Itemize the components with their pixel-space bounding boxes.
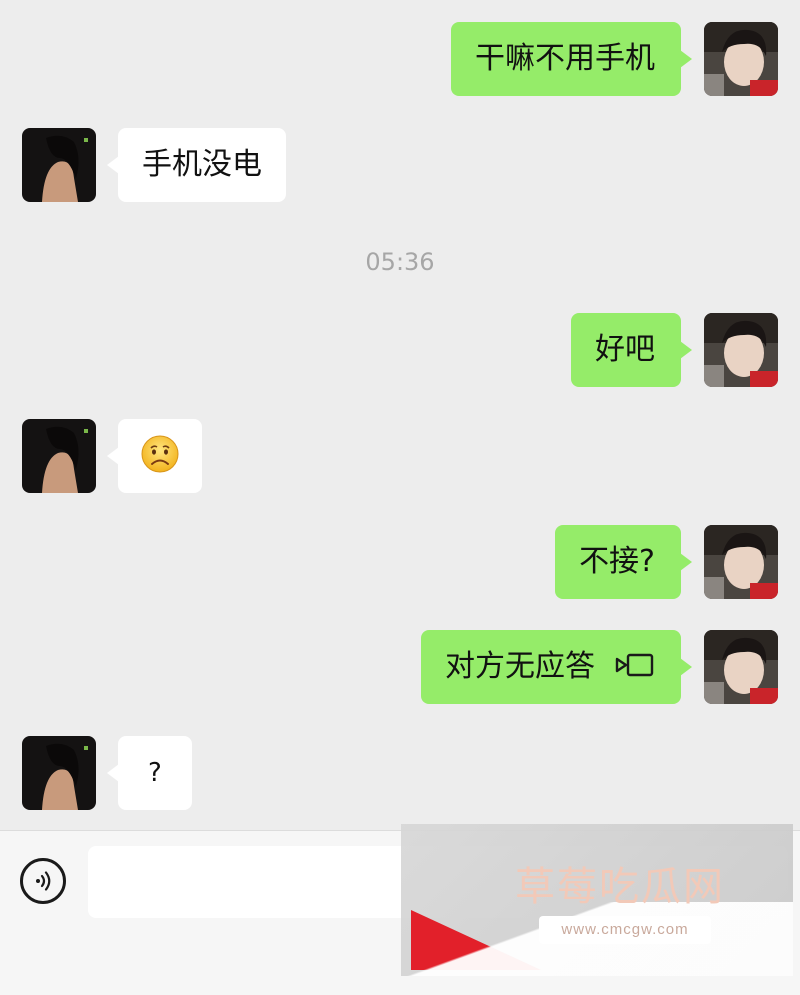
message-row-outgoing: 干嘛不用手机 (0, 22, 800, 96)
message-row-incoming (0, 419, 800, 493)
contact-avatar-image (22, 128, 96, 202)
my-avatar-image (704, 22, 778, 96)
my-avatar-image (704, 525, 778, 599)
call-status-text: 对方无应答 (445, 649, 595, 684)
message-bubble-incoming[interactable]: 手机没电 (107, 128, 286, 202)
call-record-bubble[interactable]: 对方无应答 (421, 630, 692, 704)
message-timestamp: 05:36 (365, 248, 435, 276)
message-row-outgoing: 对方无应答 (0, 630, 800, 704)
my-avatar[interactable] (704, 525, 778, 599)
voice-input-button[interactable] (20, 858, 66, 904)
my-avatar[interactable] (704, 630, 778, 704)
my-avatar[interactable] (704, 22, 778, 96)
site-watermark: 草莓吃瓜网 www.cmcgw.com (401, 824, 793, 976)
message-bubble-incoming[interactable]: ? (107, 736, 192, 810)
message-bubble-outgoing[interactable]: 不接? (555, 525, 692, 599)
video-call-icon (615, 653, 654, 676)
message-row-incoming: ? (0, 736, 800, 810)
message-bubble-outgoing[interactable]: 干嘛不用手机 (451, 22, 692, 96)
contact-avatar-image (22, 419, 96, 493)
contact-avatar[interactable] (22, 128, 96, 202)
contact-avatar[interactable] (22, 419, 96, 493)
contact-avatar[interactable] (22, 736, 96, 810)
chat-area: 干嘛不用手机 手机没电 05:36 好吧 不接? 对方无应答 ? (0, 0, 800, 830)
message-row-outgoing: 不接? (0, 525, 800, 599)
message-bubble-outgoing[interactable]: 好吧 (571, 313, 692, 387)
contact-avatar-image (22, 736, 96, 810)
my-avatar-image (704, 630, 778, 704)
frowning-face-icon (141, 435, 179, 472)
message-bubble-incoming[interactable] (107, 419, 202, 493)
my-avatar-image (704, 313, 778, 387)
my-avatar[interactable] (704, 313, 778, 387)
message-row-incoming: 手机没电 (0, 128, 800, 202)
message-row-outgoing: 好吧 (0, 313, 800, 387)
watermark-title: 草莓吃瓜网 (515, 864, 725, 910)
watermark-url: www.cmcgw.com (539, 916, 711, 944)
voice-wave-icon (36, 871, 51, 891)
